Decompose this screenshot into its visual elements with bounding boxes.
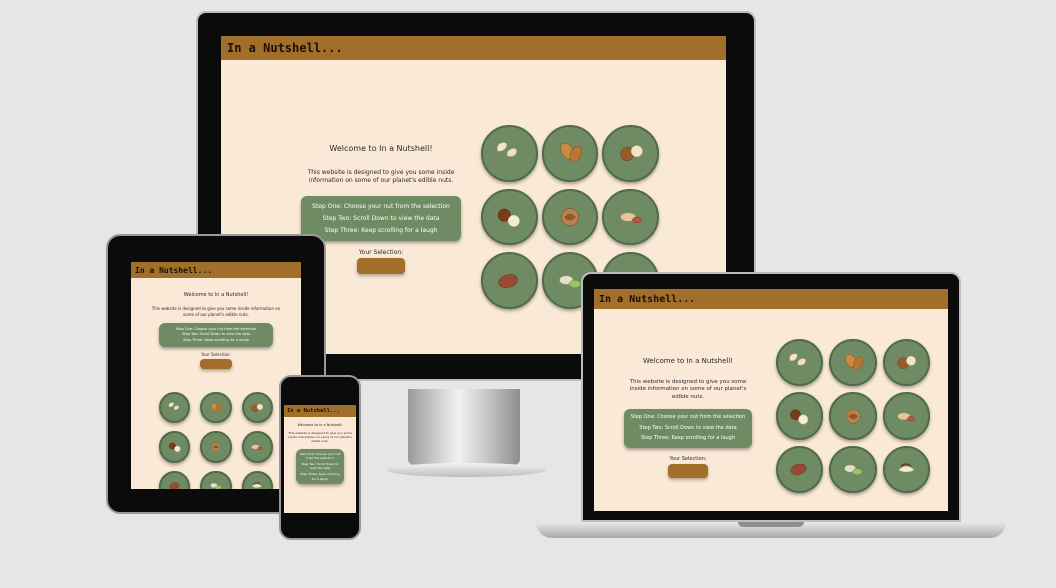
- nut-option[interactable]: [541, 188, 599, 246]
- laptop-mockup: In a Nutshell... Welcome to In a Nutshel…: [536, 272, 1006, 544]
- pecan-icon: [790, 463, 807, 475]
- nut-option[interactable]: [159, 392, 191, 424]
- walnut-icon: [211, 442, 221, 452]
- hazelnut-icon: [251, 403, 264, 412]
- selection-button[interactable]: [357, 257, 405, 274]
- site-header: In a Nutshell...: [131, 262, 301, 278]
- nut-option[interactable]: [882, 339, 930, 387]
- step-one: Step One: Choose your nut from the selec…: [630, 414, 746, 421]
- peanut-icon: [897, 412, 915, 421]
- site-header: In a Nutshell...: [594, 289, 948, 309]
- selection-label: Your Selection:: [201, 351, 231, 357]
- nut-option[interactable]: [481, 252, 538, 309]
- description-text: This website is designed to give you som…: [288, 431, 352, 443]
- step-two: Step Two: Scroll Down to view the data: [639, 424, 737, 431]
- nut-option[interactable]: [882, 392, 930, 440]
- hazelnut-icon: [619, 145, 643, 162]
- cashew-icon: [168, 402, 179, 410]
- nut-option[interactable]: [776, 339, 824, 387]
- description-text: This website is designed to give you som…: [629, 379, 747, 400]
- step-three: Step Three: Keep scrolling for a laugh: [300, 472, 340, 481]
- nut-option[interactable]: [241, 392, 273, 424]
- site-title: In a Nutshell...: [287, 408, 340, 414]
- laptop-screen: In a Nutshell... Welcome to In a Nutshel…: [594, 289, 948, 511]
- selection-button[interactable]: [668, 463, 708, 478]
- nut-option[interactable]: [241, 470, 273, 489]
- cashew-icon: [789, 353, 807, 366]
- step-three: Step Three: Keep scrolling for a laugh: [324, 226, 438, 234]
- description-text: This website is designed to give you som…: [151, 306, 281, 317]
- macadamia-icon: [790, 409, 809, 425]
- nut-option[interactable]: [602, 188, 659, 246]
- site-title: In a Nutshell...: [599, 293, 696, 305]
- nut-option[interactable]: [829, 392, 877, 440]
- intro-section: Welcome to In a Nutshell! This website i…: [624, 357, 752, 478]
- step-three: Step Three: Keep scrolling for a laugh: [183, 337, 249, 342]
- intro-section: Welcome to In a Nutshell! This website i…: [151, 292, 281, 369]
- nut-grid: [159, 392, 273, 489]
- site-header: In a Nutshell...: [284, 405, 356, 417]
- steps-box: Step One: Choose your nut from the selec…: [159, 323, 273, 347]
- nut-option[interactable]: [159, 470, 191, 489]
- nut-option[interactable]: [882, 445, 930, 493]
- nut-option[interactable]: [776, 392, 824, 440]
- monitor-stand: [408, 389, 520, 465]
- nut-option[interactable]: [200, 392, 232, 424]
- nut-option[interactable]: [200, 470, 232, 489]
- almond-icon: [560, 143, 582, 163]
- pecan-icon: [498, 273, 518, 288]
- welcome-heading: Welcome to In a Nutshell!: [329, 144, 433, 153]
- walnut-icon: [845, 408, 861, 424]
- pistachio-icon: [844, 464, 862, 476]
- nut-option[interactable]: [602, 125, 659, 182]
- step-one: Step One: Choose your nut from the selec…: [299, 451, 341, 460]
- nut-option[interactable]: [541, 125, 599, 182]
- nut-option[interactable]: [829, 339, 877, 387]
- brazil-nut-icon: [252, 482, 263, 489]
- macadamia-icon: [168, 442, 181, 453]
- step-two: Step Two: Scroll Down to view the data: [322, 214, 440, 222]
- description-text: This website is designed to give you som…: [307, 169, 455, 185]
- monitor-base: [386, 463, 546, 477]
- selection-button[interactable]: [200, 358, 232, 369]
- almond-icon: [845, 354, 863, 370]
- nut-option[interactable]: [159, 431, 191, 463]
- nut-option[interactable]: [776, 445, 824, 493]
- site-title: In a Nutshell...: [227, 41, 343, 55]
- phone-screen: In a Nutshell... Welcome to In a Nutshel…: [284, 405, 356, 513]
- hazelnut-icon: [897, 356, 916, 370]
- welcome-heading: Welcome to In a Nutshell!: [642, 357, 734, 365]
- nut-option[interactable]: [829, 445, 877, 493]
- nut-grid: [776, 339, 930, 493]
- selection-label: Your Selection:: [669, 455, 707, 462]
- intro-section: Welcome to In a Nutshell! This website i…: [288, 423, 352, 484]
- nut-option[interactable]: [481, 188, 538, 246]
- peanut-icon: [251, 444, 263, 451]
- site-title: In a Nutshell...: [135, 265, 213, 275]
- cashew-icon: [497, 142, 518, 158]
- brazil-nut-icon: [898, 463, 915, 473]
- tablet-screen: In a Nutshell... Welcome to In a Nutshel…: [131, 262, 301, 489]
- pecan-icon: [169, 482, 180, 489]
- nut-option[interactable]: [481, 125, 538, 182]
- phone-mockup: In a Nutshell... Welcome to In a Nutshel…: [279, 375, 361, 540]
- steps-box: Step One: Choose your nut from the selec…: [624, 409, 752, 448]
- almond-icon: [210, 402, 223, 413]
- pistachio-icon: [210, 483, 222, 489]
- peanut-icon: [619, 212, 641, 223]
- step-one: Step One: Choose your nut from the selec…: [312, 202, 450, 210]
- step-two: Step Two: Scroll Down to view the data: [301, 462, 339, 471]
- site-header: In a Nutshell...: [221, 36, 726, 60]
- welcome-heading: Welcome to In a Nutshell!: [183, 292, 249, 298]
- nut-option[interactable]: [200, 431, 232, 463]
- welcome-heading: Welcome to In a Nutshell!: [297, 423, 343, 427]
- laptop-notch: [738, 522, 804, 527]
- step-three: Step Three: Keep scrolling for a laugh: [640, 435, 736, 442]
- macadamia-icon: [498, 208, 521, 227]
- walnut-icon: [561, 208, 579, 226]
- steps-box: Step One: Choose your nut from the selec…: [296, 448, 344, 484]
- nut-option[interactable]: [241, 431, 273, 463]
